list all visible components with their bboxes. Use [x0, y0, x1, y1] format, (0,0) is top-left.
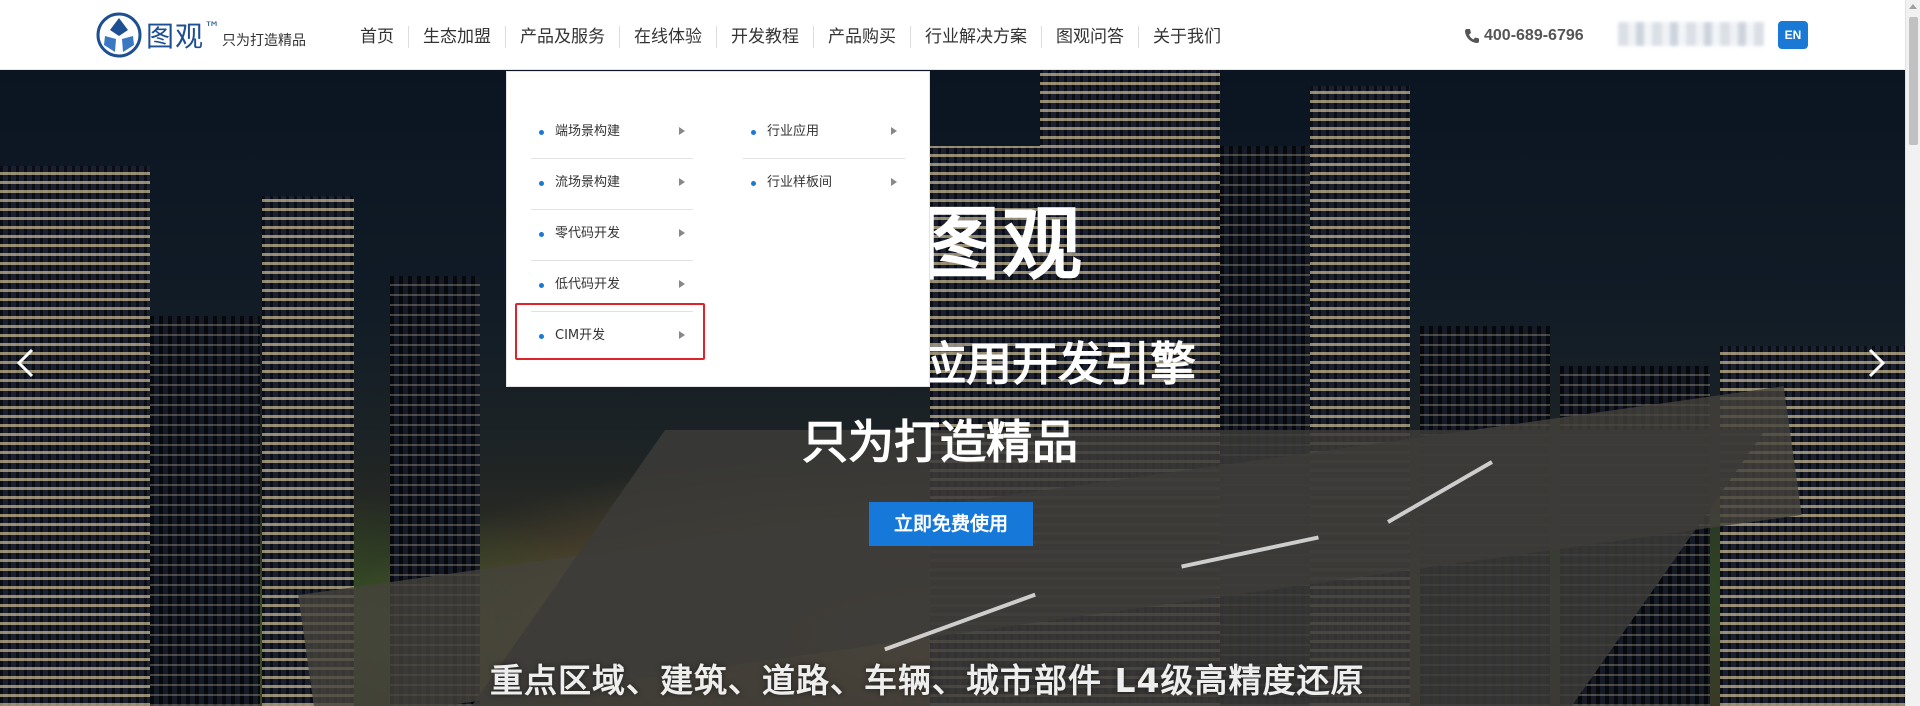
- nav-online-demo[interactable]: 在线体验: [619, 26, 716, 48]
- nav-products-services[interactable]: 产品及服务: [505, 26, 619, 48]
- building: [150, 316, 260, 706]
- phone-number: 400-689-6796: [1484, 27, 1584, 44]
- caret-right-icon: [891, 127, 897, 135]
- dropdown-item-industry-showroom[interactable]: 行业样板间: [743, 159, 905, 210]
- logo[interactable]: 图观 ™ 只为打造精品: [96, 12, 306, 58]
- nav-solutions[interactable]: 行业解决方案: [910, 26, 1041, 48]
- dropdown-item-label: 端场景构建: [555, 124, 621, 139]
- nav-home[interactable]: 首页: [348, 26, 408, 48]
- caret-right-icon: [891, 178, 897, 186]
- bullet-icon: [539, 130, 544, 135]
- dropdown-item-industry-app[interactable]: 行业应用: [743, 108, 905, 159]
- main-nav: 首页 生态加盟 产品及服务 在线体验 开发教程 产品购买 行业解决方案 图观问答…: [348, 22, 1235, 52]
- dropdown-item-label: 行业样板间: [767, 175, 833, 190]
- dropdown-item-label: 低代码开发: [555, 277, 621, 292]
- nav-purchase[interactable]: 产品购买: [813, 26, 910, 48]
- caret-right-icon: [679, 280, 685, 288]
- bullet-icon: [539, 181, 544, 186]
- dropdown-item-end-scene[interactable]: 端场景构建: [531, 108, 693, 159]
- free-trial-button[interactable]: 立即免费使用: [869, 502, 1033, 546]
- trademark: ™: [204, 17, 221, 37]
- dropdown-column-2: 行业应用 行业样板间: [743, 108, 905, 210]
- phone-contact: 400-689-6796: [1464, 24, 1584, 48]
- dropdown-item-stream-scene[interactable]: 流场景构建: [531, 159, 693, 210]
- caret-right-icon: [679, 127, 685, 135]
- brand-name: 图观: [146, 20, 205, 53]
- bullet-icon: [539, 334, 544, 339]
- logo-icon: [96, 12, 142, 58]
- bullet-icon: [539, 283, 544, 288]
- brand-slogan: 只为打造精品: [222, 33, 307, 49]
- hero-banner: 图观 应用开发引擎 只为打造精品 立即免费使用 重点区域、建筑、道路、车辆、城市…: [0, 70, 1905, 706]
- chevron-right-icon[interactable]: [1858, 346, 1892, 380]
- dropdown-item-zero-code[interactable]: 零代码开发: [531, 210, 693, 261]
- user-account-blurred[interactable]: [1618, 22, 1764, 46]
- hero-title: 图观: [920, 198, 1084, 291]
- caret-right-icon: [679, 331, 685, 339]
- building: [0, 166, 150, 706]
- hero-caption: 重点区域、建筑、道路、车辆、城市部件 L4级高精度还原: [490, 661, 1365, 700]
- phone-icon: [1465, 29, 1479, 43]
- bullet-icon: [751, 130, 756, 135]
- bullet-icon: [539, 232, 544, 237]
- dropdown-item-label: 流场景构建: [555, 175, 621, 190]
- dropdown-item-cim[interactable]: CIM开发: [531, 312, 693, 363]
- dropdown-column-1: 端场景构建 流场景构建 零代码开发 低代码开发 CIM开发: [531, 108, 693, 363]
- site-header: 图观 ™ 只为打造精品 首页 生态加盟 产品及服务 在线体验 开发教程 产品购买…: [0, 0, 1905, 70]
- dropdown-item-label: 行业应用: [767, 124, 820, 139]
- language-switch-button[interactable]: EN: [1778, 21, 1808, 49]
- scroll-up-icon[interactable]: [1909, 4, 1917, 9]
- nav-tutorials[interactable]: 开发教程: [716, 26, 813, 48]
- hero-subtitle-2: 只为打造精品: [802, 415, 1078, 469]
- caret-right-icon: [679, 229, 685, 237]
- nav-qa[interactable]: 图观问答: [1041, 26, 1138, 48]
- dropdown-item-label: 零代码开发: [555, 226, 621, 241]
- page-scrollbar[interactable]: [1905, 0, 1920, 706]
- chevron-left-icon[interactable]: [10, 346, 44, 380]
- products-dropdown-menu: 端场景构建 流场景构建 零代码开发 低代码开发 CIM开发 行业应用 行业样板间: [506, 71, 930, 387]
- caret-right-icon: [679, 178, 685, 186]
- scroll-thumb[interactable]: [1909, 17, 1918, 145]
- bullet-icon: [751, 181, 756, 186]
- nav-ecosystem[interactable]: 生态加盟: [408, 26, 505, 48]
- dropdown-item-low-code[interactable]: 低代码开发: [531, 261, 693, 312]
- dropdown-item-label: CIM开发: [555, 328, 606, 343]
- hero-subtitle-1: 应用开发引擎: [920, 337, 1196, 391]
- nav-about[interactable]: 关于我们: [1138, 26, 1235, 48]
